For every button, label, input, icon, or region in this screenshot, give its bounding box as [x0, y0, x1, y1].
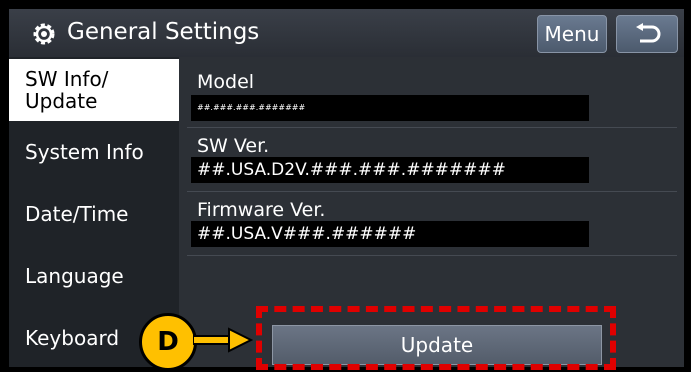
page-title: General Settings — [67, 19, 260, 45]
menu-button[interactable]: Menu — [537, 15, 607, 53]
highlight-box — [256, 306, 616, 370]
sidebar-item-sw-info-update[interactable]: SW Info/ Update — [9, 59, 179, 121]
back-arrow-icon — [636, 23, 661, 43]
sidebar-item-language[interactable]: Language — [9, 245, 179, 307]
divider — [187, 191, 677, 192]
divider — [187, 127, 677, 128]
sidebar-item-date-time[interactable]: Date/Time — [9, 183, 179, 245]
sw-ver-label: SW Ver. — [197, 135, 270, 157]
model-label: Model — [197, 71, 255, 93]
header-bar: General Settings Menu — [9, 9, 684, 57]
firmware-ver-value: ##.USA.V###.###### — [191, 221, 589, 247]
divider — [187, 255, 677, 256]
sw-ver-value: ##.USA.D2V.###.###.####### — [191, 157, 589, 183]
callout-badge: D — [139, 313, 197, 371]
model-value: ##.###.###.####### — [191, 95, 589, 121]
back-button[interactable] — [616, 15, 678, 53]
gear-icon — [33, 23, 55, 45]
sidebar-item-system-info[interactable]: System Info — [9, 121, 179, 183]
screen-frame: General Settings Menu SW Info/ Update Sy… — [0, 0, 691, 372]
callout-arrow-icon — [193, 327, 253, 353]
firmware-ver-label: Firmware Ver. — [197, 199, 326, 221]
